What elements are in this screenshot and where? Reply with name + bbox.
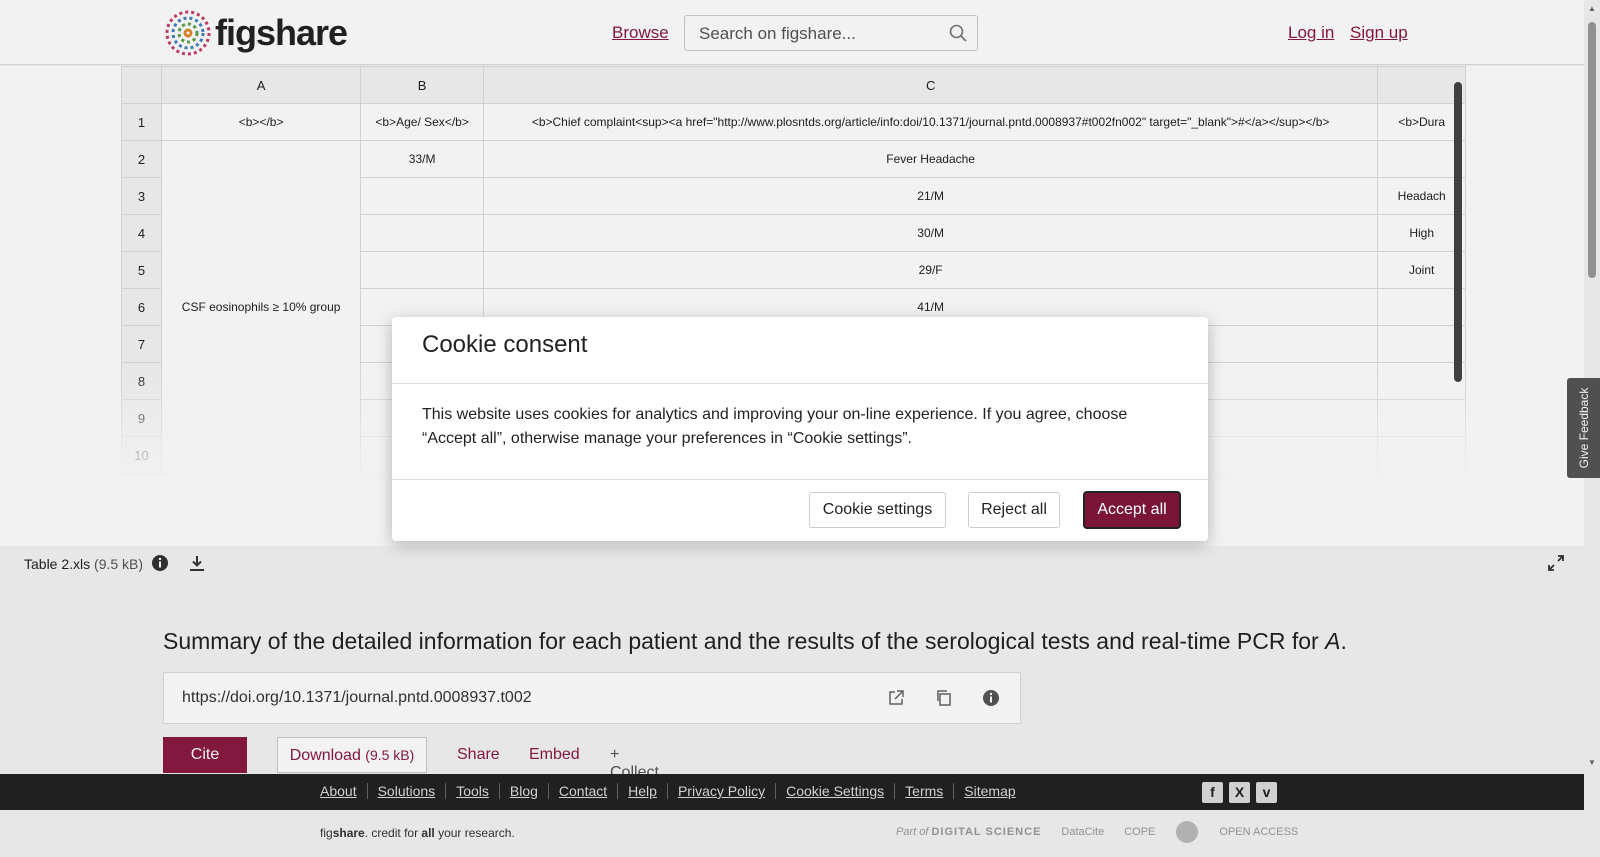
reject-all-button[interactable]: Reject all <box>968 492 1060 528</box>
modal-footer: Cookie settings Reject all Accept all <box>392 480 1208 540</box>
modal-body: This website uses cookies for analytics … <box>392 384 1208 480</box>
accept-all-button[interactable]: Accept all <box>1083 491 1181 529</box>
cookie-settings-button[interactable]: Cookie settings <box>809 492 946 528</box>
cookie-consent-dialog: Cookie consent This website uses cookies… <box>392 317 1208 541</box>
modal-header: Cookie consent <box>392 317 1208 384</box>
modal-title: Cookie consent <box>422 331 588 358</box>
